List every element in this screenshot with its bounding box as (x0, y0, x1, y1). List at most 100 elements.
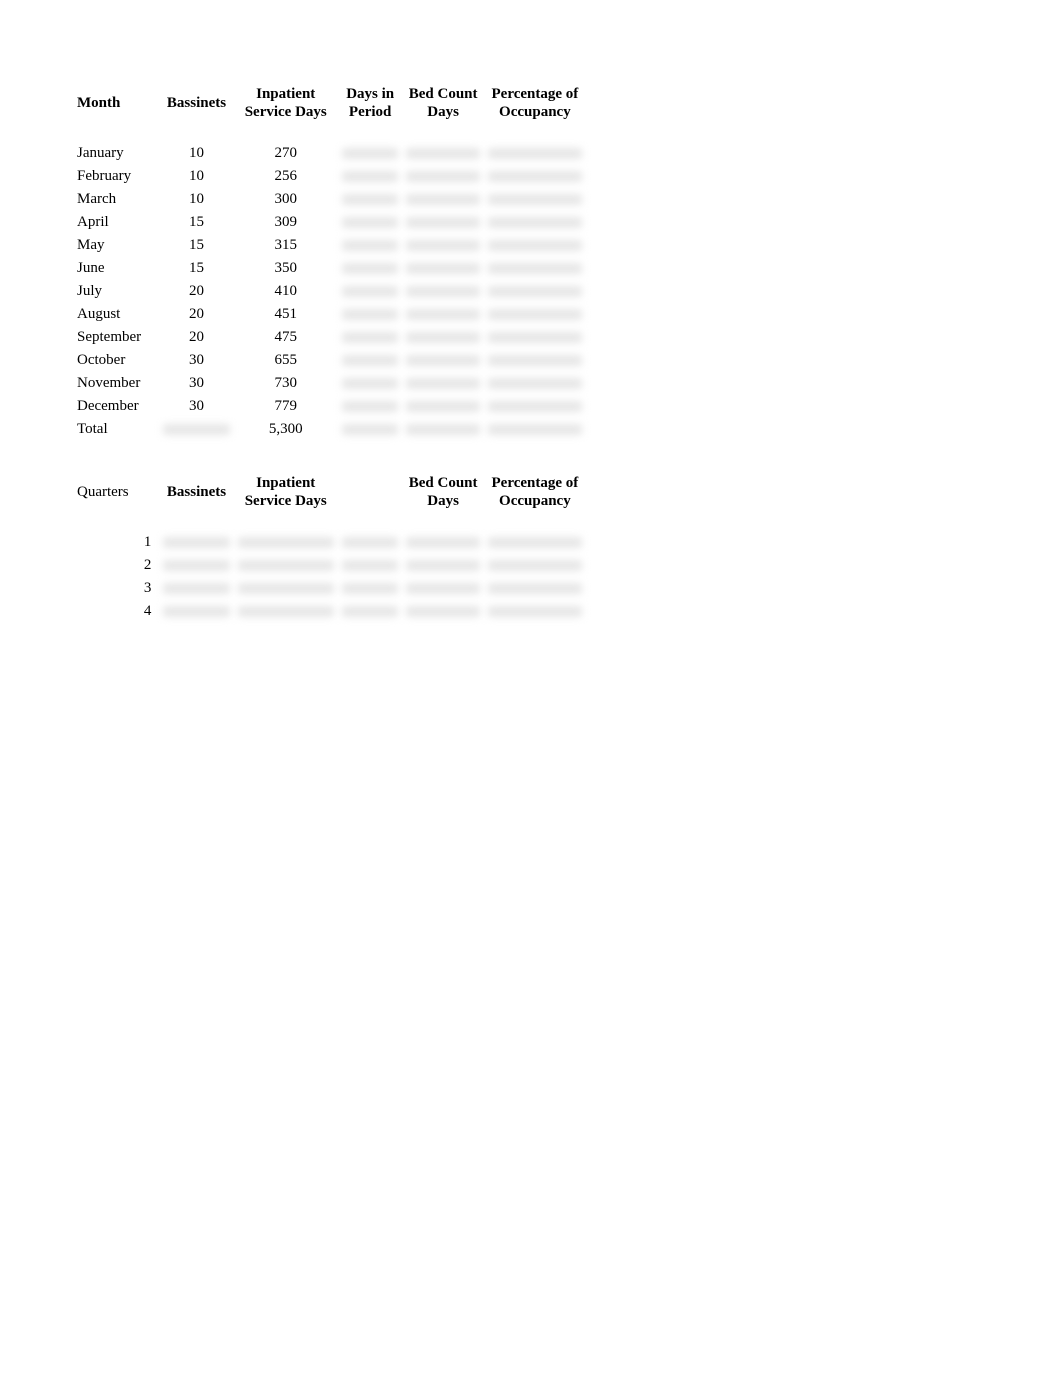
table-row: October 30 655 (76, 349, 586, 372)
total-percentage-cell (484, 418, 586, 441)
total-bed-count-cell (402, 418, 483, 441)
q-inpatient-cell (234, 600, 338, 623)
table-row: December 30 779 (76, 395, 586, 418)
month-cell: March (76, 188, 159, 211)
table-row: April 15 309 (76, 211, 586, 234)
header-bed-count-q: Bed Count Days (402, 465, 483, 519)
table-row: June 15 350 (76, 257, 586, 280)
percentage-cell (484, 395, 586, 418)
table-row: September 20 475 (76, 326, 586, 349)
table-row: July 20 410 (76, 280, 586, 303)
days-period-cell (338, 257, 403, 280)
month-cell: July (76, 280, 159, 303)
q-bed-count-cell (402, 554, 483, 577)
q-percentage-cell (484, 531, 586, 554)
header-bassinets-q: Bassinets (159, 465, 233, 519)
bassinets-cell: 15 (159, 211, 233, 234)
quarter-cell: 1 (76, 531, 159, 554)
percentage-cell (484, 349, 586, 372)
inpatient-cell: 779 (234, 395, 338, 418)
table-row: November 30 730 (76, 372, 586, 395)
inpatient-cell: 730 (234, 372, 338, 395)
quarterly-table: Quarters Bassinets Inpatient Service Day… (76, 465, 586, 623)
bed-count-cell (402, 142, 483, 165)
days-period-cell (338, 142, 403, 165)
header-inpatient: Inpatient Service Days (234, 76, 338, 130)
month-cell: January (76, 142, 159, 165)
q-bassinets-cell (159, 577, 233, 600)
days-period-cell (338, 165, 403, 188)
bed-count-cell (402, 349, 483, 372)
month-cell: November (76, 372, 159, 395)
days-period-cell (338, 188, 403, 211)
bassinets-cell: 20 (159, 303, 233, 326)
q-empty-cell (338, 600, 403, 623)
bassinets-cell: 10 (159, 188, 233, 211)
bed-count-cell (402, 280, 483, 303)
inpatient-cell: 655 (234, 349, 338, 372)
q-empty-cell (338, 577, 403, 600)
bassinets-cell: 10 (159, 142, 233, 165)
inpatient-cell: 300 (234, 188, 338, 211)
q-inpatient-cell (234, 531, 338, 554)
bed-count-cell (402, 372, 483, 395)
monthly-table: Month Bassinets Inpatient Service Days D… (76, 76, 586, 441)
q-bed-count-cell (402, 531, 483, 554)
month-cell: May (76, 234, 159, 257)
table-row: February 10 256 (76, 165, 586, 188)
quarter-cell: 4 (76, 600, 159, 623)
month-cell: August (76, 303, 159, 326)
percentage-cell (484, 326, 586, 349)
quarter-cell: 2 (76, 554, 159, 577)
total-bassinets-cell (159, 418, 233, 441)
inpatient-cell: 475 (234, 326, 338, 349)
days-period-cell (338, 211, 403, 234)
bed-count-cell (402, 257, 483, 280)
quarterly-table-container: Quarters Bassinets Inpatient Service Day… (76, 465, 986, 623)
table-row: August 20 451 (76, 303, 586, 326)
q-bassinets-cell (159, 600, 233, 623)
bassinets-cell: 30 (159, 349, 233, 372)
bed-count-cell (402, 395, 483, 418)
total-row: Total 5,300 (76, 418, 586, 441)
q-inpatient-cell (234, 554, 338, 577)
table-row: 3 (76, 577, 586, 600)
bed-count-cell (402, 188, 483, 211)
bassinets-cell: 15 (159, 234, 233, 257)
table-row: May 15 315 (76, 234, 586, 257)
bassinets-cell: 15 (159, 257, 233, 280)
days-period-cell (338, 395, 403, 418)
table-row: January 10 270 (76, 142, 586, 165)
table-row: 1 (76, 531, 586, 554)
month-cell: December (76, 395, 159, 418)
header-bassinets: Bassinets (159, 76, 233, 130)
days-period-cell (338, 280, 403, 303)
header-month: Month (76, 76, 159, 130)
header-percentage-q: Percentage of Occupancy (484, 465, 586, 519)
percentage-cell (484, 257, 586, 280)
q-percentage-cell (484, 577, 586, 600)
q-empty-cell (338, 531, 403, 554)
percentage-cell (484, 372, 586, 395)
q-bassinets-cell (159, 554, 233, 577)
q-empty-cell (338, 554, 403, 577)
bassinets-cell: 20 (159, 280, 233, 303)
bed-count-cell (402, 326, 483, 349)
days-period-cell (338, 303, 403, 326)
table-row: 2 (76, 554, 586, 577)
month-cell: February (76, 165, 159, 188)
inpatient-cell: 350 (234, 257, 338, 280)
percentage-cell (484, 165, 586, 188)
q-bassinets-cell (159, 531, 233, 554)
table-row: March 10 300 (76, 188, 586, 211)
month-cell: September (76, 326, 159, 349)
percentage-cell (484, 142, 586, 165)
table-row: 4 (76, 600, 586, 623)
monthly-table-container: Month Bassinets Inpatient Service Days D… (76, 76, 986, 441)
inpatient-cell: 451 (234, 303, 338, 326)
bassinets-cell: 30 (159, 372, 233, 395)
q-percentage-cell (484, 554, 586, 577)
days-period-cell (338, 234, 403, 257)
bassinets-cell: 30 (159, 395, 233, 418)
inpatient-cell: 256 (234, 165, 338, 188)
